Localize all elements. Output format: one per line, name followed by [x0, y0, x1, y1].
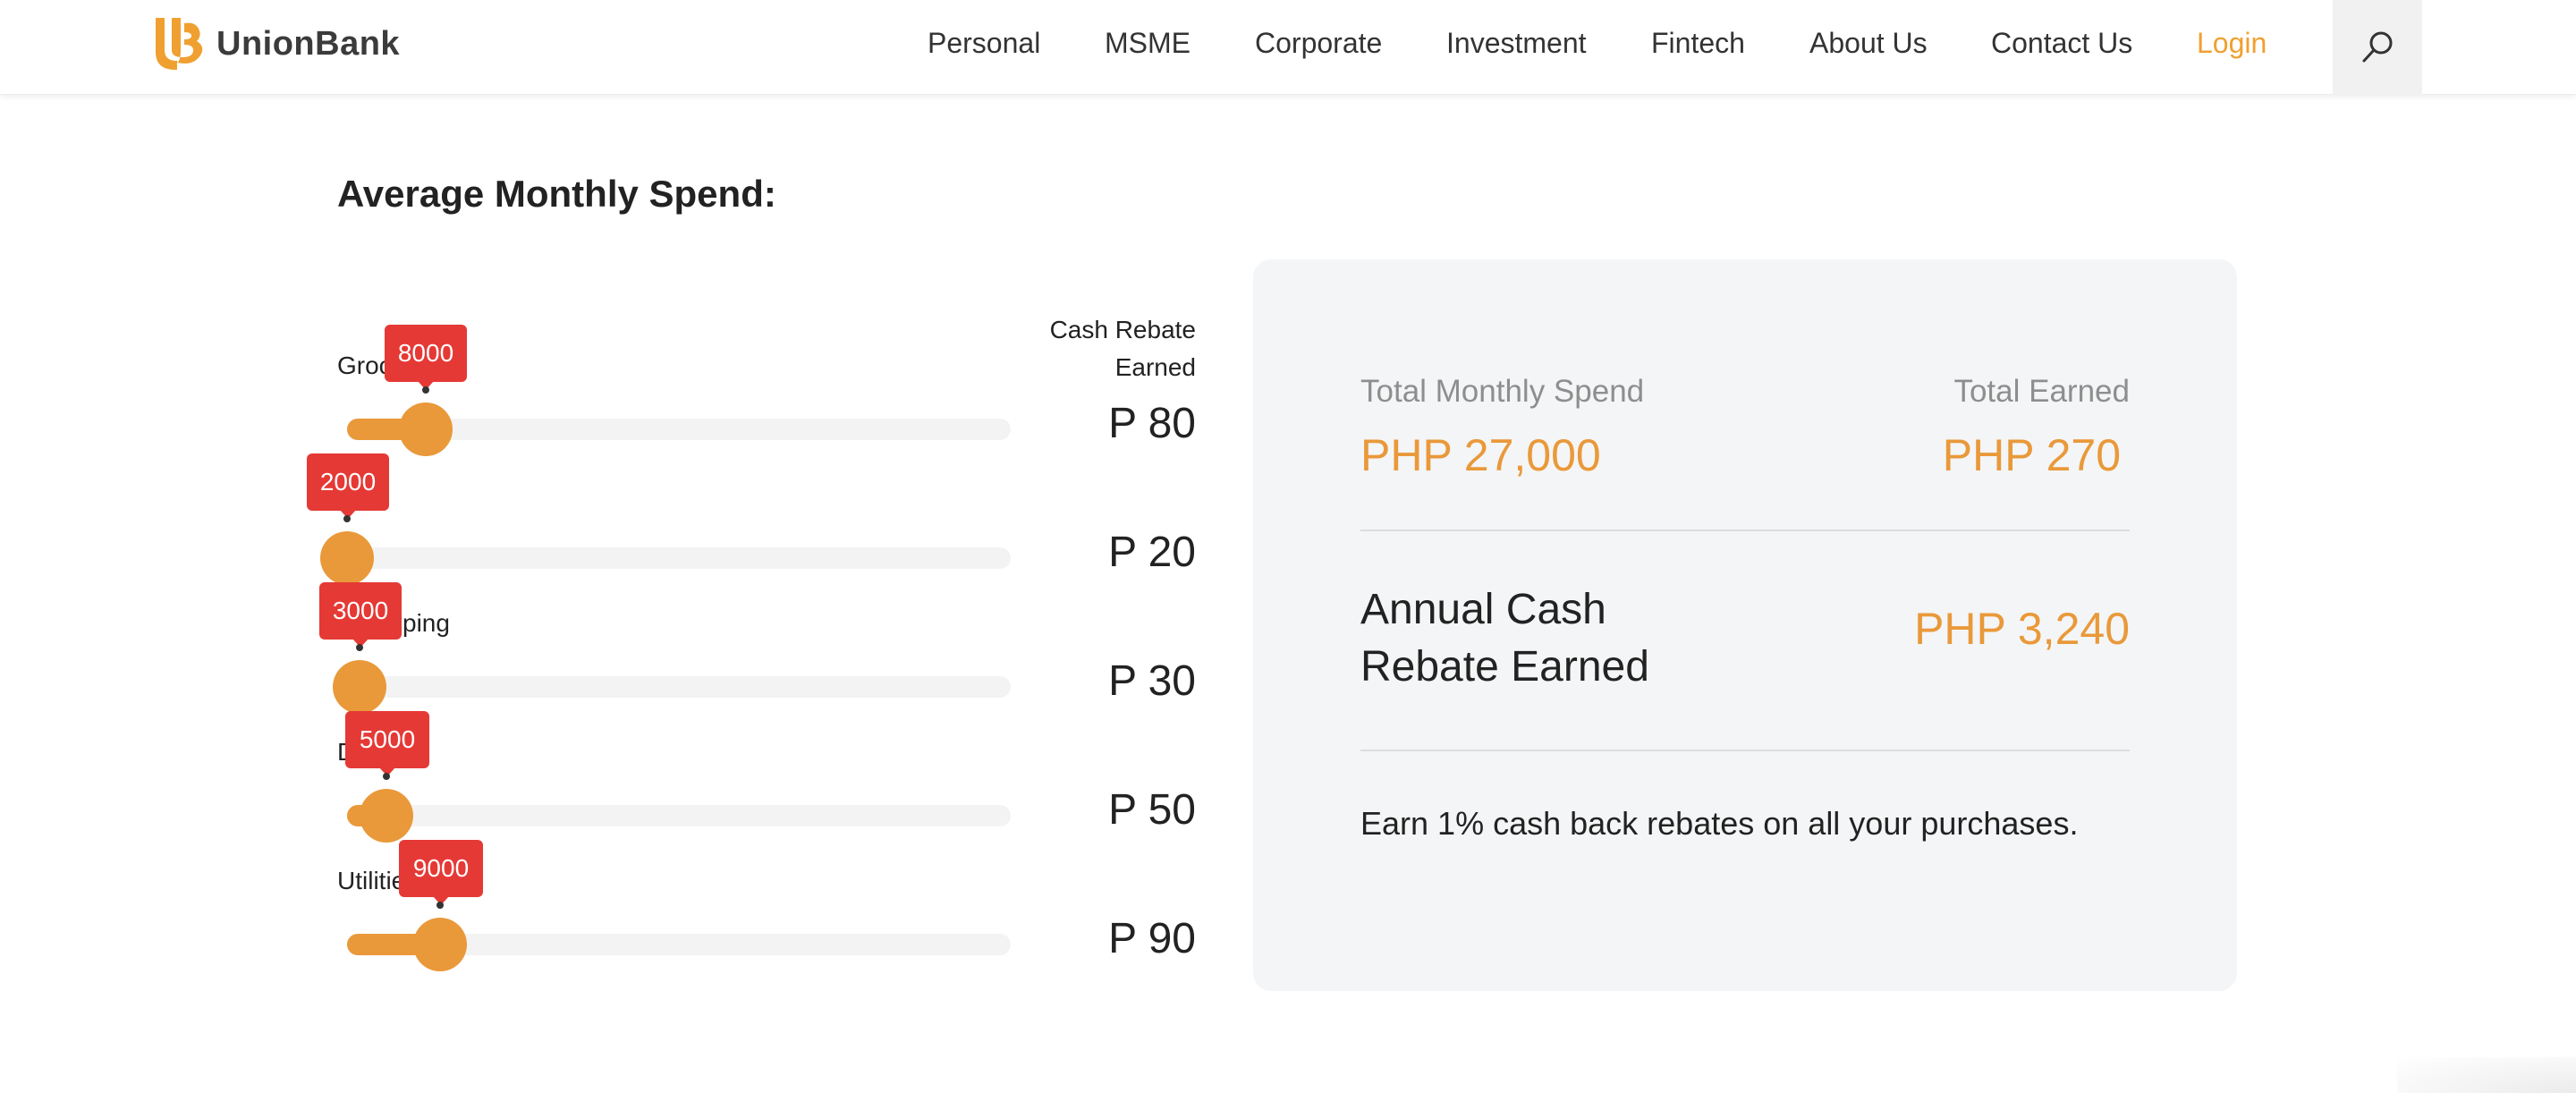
- rebate-value: P 50: [1108, 786, 1196, 834]
- divider: [1360, 750, 2130, 751]
- corner-shadow: [2397, 1057, 2576, 1093]
- spend-value-tooltip: 3000: [319, 582, 402, 648]
- spend-slider-track[interactable]: [347, 805, 1011, 826]
- rebate-value: P 20: [1108, 529, 1196, 576]
- spend-slider-track[interactable]: [347, 676, 1011, 698]
- nav-contact-us[interactable]: Contact Us: [1991, 27, 2132, 60]
- total-spend-value: PHP 27,000: [1360, 430, 1601, 480]
- spend-slider-thumb[interactable]: [320, 531, 374, 585]
- nav-investment[interactable]: Investment: [1446, 27, 1587, 60]
- unionbank-logo[interactable]: UnionBank: [150, 13, 400, 75]
- tooltip-pointer: [343, 515, 351, 522]
- spend-value-tooltip: 8000: [385, 325, 467, 390]
- spend-slider-track[interactable]: [347, 547, 1011, 569]
- search-icon: [2362, 31, 2393, 63]
- summary-card: Total Monthly Spend PHP 27,000 Total Ear…: [1253, 259, 2237, 991]
- annual-rebate-value: PHP 3,240: [1914, 604, 2130, 654]
- nav-personal[interactable]: Personal: [928, 27, 1040, 60]
- annual-rebate-label: Annual Cash Rebate Earned: [1360, 586, 1649, 691]
- category-label: Utilitie: [337, 867, 406, 894]
- tooltip-pointer: [436, 902, 444, 909]
- tooltip-pointer: [356, 644, 363, 651]
- top-nav: UnionBank Personal MSME Corporate Invest…: [0, 0, 2576, 95]
- divider: [1360, 530, 2130, 531]
- rebate-value: P 80: [1108, 400, 1196, 447]
- tooltip-pointer: [383, 773, 390, 780]
- nav-about-us[interactable]: About Us: [1809, 27, 1928, 60]
- nav-msme[interactable]: MSME: [1105, 27, 1191, 60]
- tooltip-pointer: [422, 386, 429, 394]
- spend-slider-thumb[interactable]: [413, 918, 467, 971]
- ub-logo-icon: [156, 18, 203, 70]
- brand-name: UnionBank: [216, 24, 401, 63]
- spend-slider-thumb[interactable]: [333, 660, 386, 714]
- spend-slider-thumb[interactable]: [360, 789, 413, 843]
- total-earned-value: PHP 270: [1942, 430, 2121, 480]
- category-label: ping: [402, 609, 450, 637]
- spend-slider-thumb[interactable]: [399, 402, 453, 456]
- nav-fintech[interactable]: Fintech: [1651, 27, 1745, 60]
- spend-value-tooltip: 5000: [345, 711, 429, 776]
- nav-corporate[interactable]: Corporate: [1255, 27, 1382, 60]
- nav-links: Personal MSME Corporate Investment Finte…: [894, 0, 2576, 89]
- rebate-value: P 30: [1108, 657, 1196, 705]
- category-label: Groc: [337, 352, 392, 379]
- login-link[interactable]: Login: [2197, 27, 2267, 60]
- section-title: Average Monthly Spend:: [337, 173, 776, 215]
- rebate-column-header: Cash Rebate Earned: [1049, 316, 1196, 381]
- rebate-note: Earn 1% cash back rebates on all your pu…: [1360, 805, 2079, 842]
- spend-value-tooltip: 2000: [307, 453, 389, 519]
- total-spend-label: Total Monthly Spend: [1360, 374, 1645, 409]
- rebate-value: P 90: [1108, 915, 1196, 962]
- total-earned-label: Total Earned: [1953, 374, 2130, 409]
- spend-value-tooltip: 9000: [399, 840, 483, 905]
- search-button[interactable]: [2333, 0, 2422, 95]
